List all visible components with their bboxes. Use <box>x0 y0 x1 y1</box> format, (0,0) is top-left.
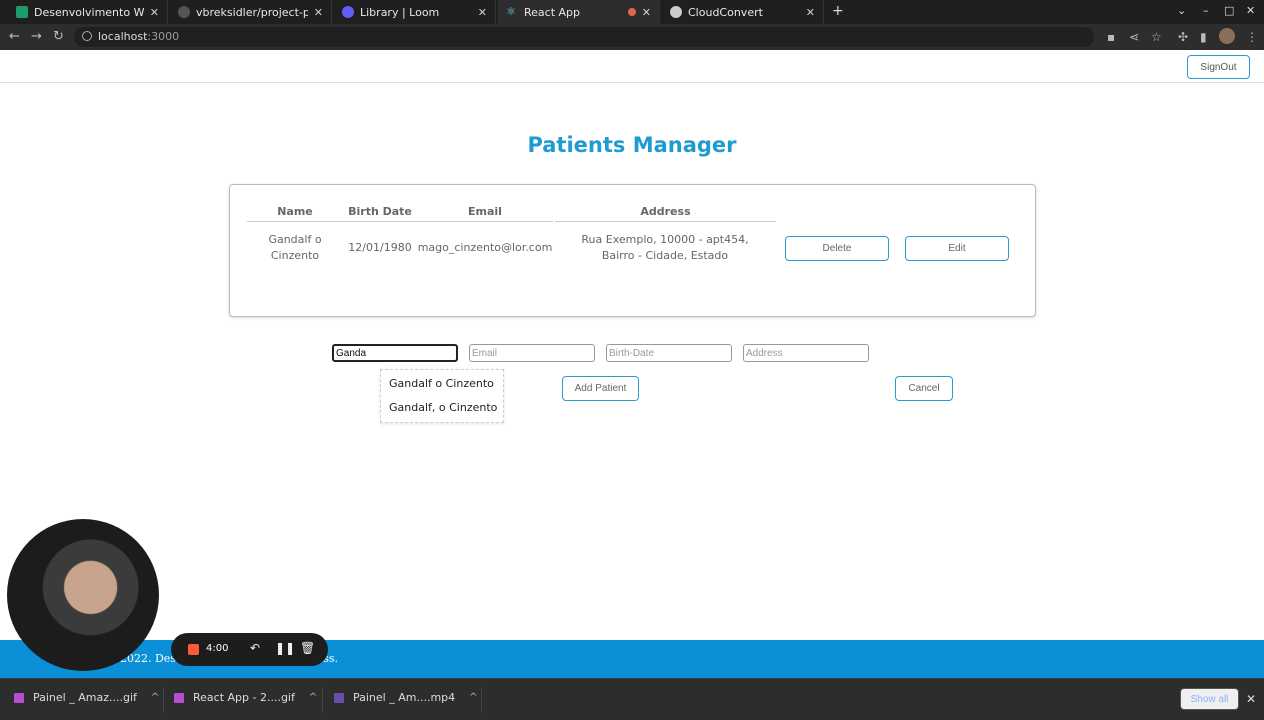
loom-controls: 4:00 ↶ ❚❚ 🗑 <box>171 633 328 666</box>
camera-icon[interactable]: ▪ <box>1107 30 1115 44</box>
minimize-icon[interactable]: – <box>1203 4 1209 17</box>
cell-email: mago_cinzento@lor.com <box>417 241 553 254</box>
close-icon[interactable]: ✕ <box>642 6 651 19</box>
restart-icon[interactable]: ↶ <box>250 641 260 655</box>
forward-icon[interactable]: → <box>31 29 42 44</box>
favicon-icon <box>16 6 28 18</box>
pause-icon[interactable]: ❚❚ <box>275 641 295 655</box>
autocomplete-dropdown: Gandalf o Cinzento Gandalf, o Cinzento <box>380 369 504 423</box>
column-header-email: Email <box>417 205 553 222</box>
cell-birth-date: 12/01/1980 <box>348 241 412 254</box>
signout-button[interactable]: SignOut <box>1187 55 1250 79</box>
webcam-bubble[interactable] <box>7 519 159 671</box>
column-header-address: Address <box>555 205 776 222</box>
close-icon[interactable]: ✕ <box>314 6 323 19</box>
share-icon[interactable]: ⋖ <box>1129 30 1139 44</box>
github-icon <box>178 6 190 18</box>
download-item[interactable]: React App - 2....gif ^ <box>174 691 317 704</box>
cancel-button[interactable]: Cancel <box>895 376 953 401</box>
tab-1[interactable]: Desenvolvimento Web - T ✕ <box>8 0 168 24</box>
close-icon[interactable]: ✕ <box>478 6 487 19</box>
download-item[interactable]: Painel _ Amaz....gif ^ <box>14 691 159 704</box>
edit-button[interactable]: Edit <box>905 236 1009 261</box>
downloads-bar: Painel _ Amaz....gif ^ React App - 2....… <box>0 678 1264 720</box>
tab-4[interactable]: ⚛ React App ✕ <box>498 0 660 24</box>
file-icon <box>14 692 24 703</box>
tab-5[interactable]: CloudConvert ✕ <box>662 0 824 24</box>
birth-date-input[interactable] <box>606 344 732 362</box>
url-port: :3000 <box>147 30 180 43</box>
delete-button[interactable]: Delete <box>785 236 889 261</box>
chevron-up-icon[interactable]: ^ <box>309 692 317 703</box>
tab-2[interactable]: vbreksidler/project-patie ✕ <box>170 0 332 24</box>
cell-name: Gandalf o Cinzento <box>268 233 322 262</box>
back-icon[interactable]: ← <box>9 29 20 44</box>
maximize-icon[interactable]: □ <box>1224 4 1234 17</box>
cell-address: Rua Exemplo, 10000 - apt454, Bairro - Ci… <box>581 233 749 262</box>
react-icon: ⚛ <box>506 5 516 18</box>
reload-icon[interactable]: ↻ <box>53 29 64 44</box>
file-icon <box>174 692 184 703</box>
column-header-name: Name <box>247 205 343 222</box>
url-host: localhost <box>98 30 148 43</box>
stop-recording-icon[interactable] <box>188 644 199 655</box>
video-file-icon <box>334 692 344 703</box>
column-header-birth-date: Birth Date <box>343 205 417 222</box>
new-tab-icon[interactable]: + <box>832 3 844 19</box>
app-header <box>0 50 1264 83</box>
profile-avatar[interactable] <box>1219 28 1235 44</box>
name-input[interactable] <box>332 344 458 362</box>
url-input[interactable]: localhost:3000 <box>74 27 1094 47</box>
recording-icon <box>627 8 636 16</box>
close-downloads-icon[interactable]: ✕ <box>1246 692 1256 706</box>
menu-icon[interactable]: ⋮ <box>1246 30 1258 44</box>
download-item[interactable]: Painel _ Am....mp4 ^ <box>334 691 478 704</box>
autocomplete-option[interactable]: Gandalf, o Cinzento <box>389 401 497 414</box>
close-window-icon[interactable]: ✕ <box>1246 4 1255 17</box>
address-bar: ← → ↻ localhost:3000 ▪ ⋖ ☆ ✣ ▮ ⋮ <box>0 24 1264 50</box>
loom-icon <box>342 6 354 18</box>
page-title: Patients Manager <box>527 133 737 157</box>
browser-tab-bar: Desenvolvimento Web - T ✕ vbreksidler/pr… <box>0 0 1264 24</box>
tab-3[interactable]: Library | Loom ✕ <box>334 0 496 24</box>
email-input[interactable] <box>469 344 595 362</box>
sidepanel-icon[interactable]: ▮ <box>1200 30 1207 44</box>
recording-timer: 4:00 <box>206 643 229 654</box>
cloud-icon <box>670 6 682 18</box>
add-patient-button[interactable]: Add Patient <box>562 376 639 401</box>
autocomplete-option[interactable]: Gandalf o Cinzento <box>389 377 494 390</box>
show-all-button[interactable]: Show all <box>1180 688 1239 710</box>
close-icon[interactable]: ✕ <box>150 6 159 19</box>
chevron-up-icon[interactable]: ^ <box>469 692 477 703</box>
chevron-up-icon[interactable]: ^ <box>151 692 159 703</box>
close-icon[interactable]: ✕ <box>806 6 815 19</box>
tab-search-icon[interactable]: ⌄ <box>1177 4 1186 17</box>
bookmark-star-icon[interactable]: ☆ <box>1151 30 1162 44</box>
delete-icon[interactable]: 🗑 <box>300 641 315 655</box>
address-input[interactable] <box>743 344 869 362</box>
extensions-icon[interactable]: ✣ <box>1178 30 1188 44</box>
site-info-icon[interactable] <box>82 31 92 41</box>
